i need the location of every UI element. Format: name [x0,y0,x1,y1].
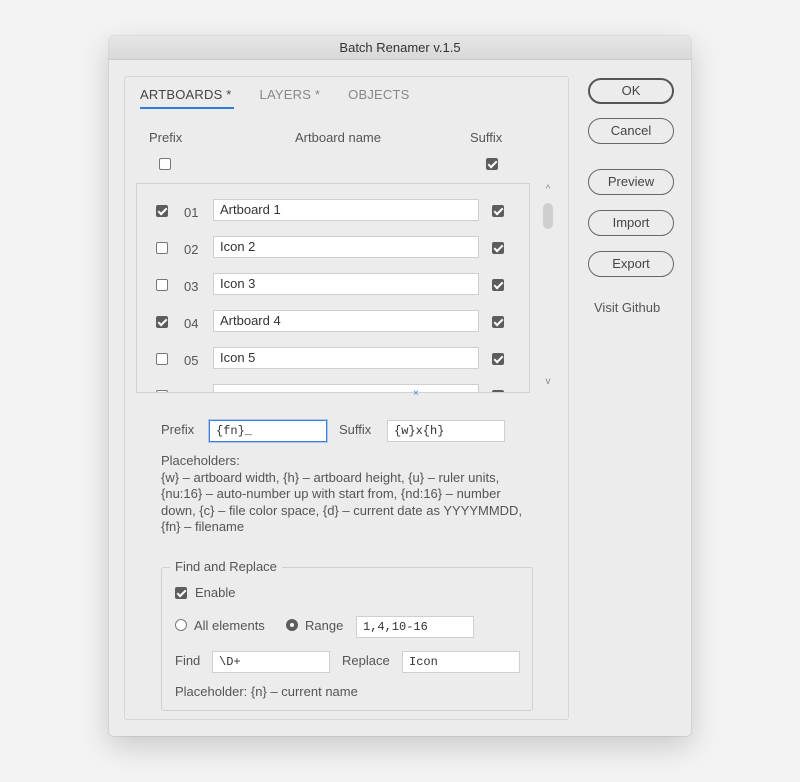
row-suffix-checkbox[interactable] [492,242,504,254]
row-number: 01 [184,205,199,220]
row-prefix-checkbox[interactable] [156,316,168,328]
list-scrollbar[interactable]: ^ v [540,183,556,393]
suffix-column-header: Suffix [470,130,503,145]
placeholders-help: Placeholders: {w} – artboard width, {h} … [161,453,531,536]
row-prefix-checkbox[interactable] [156,390,168,392]
prefix-select-all-checkbox[interactable] [159,158,171,170]
prefix-label: Prefix [161,422,195,437]
list-item: 05 Icon 5 [137,341,529,378]
artboard-list: 01 Artboard 1 02 Icon 2 03 Icon 3 04 Art… [136,183,530,393]
range-label: Range [305,618,344,633]
cancel-button[interactable]: Cancel [588,118,674,144]
import-button[interactable]: Import [588,210,674,236]
enable-label: Enable [195,585,236,600]
row-prefix-checkbox[interactable] [156,353,168,365]
suffix-select-all-checkbox[interactable] [486,158,498,170]
prefix-input[interactable]: {fn}_ [209,420,327,442]
all-elements-label: All elements [194,618,265,633]
export-button[interactable]: Export [588,251,674,277]
find-replace-hint: Placeholder: {n} – current name [175,684,358,699]
tab-layers[interactable]: LAYERS * [260,87,321,105]
artboard-name-input[interactable]: Icon 3 [213,273,479,295]
artboard-name-input[interactable]: Artboard 4 [213,310,479,332]
row-suffix-checkbox[interactable] [492,353,504,365]
preview-button[interactable]: Preview [588,169,674,195]
range-radio[interactable] [286,619,298,631]
row-number: 05 [184,353,199,368]
artboard-name-input[interactable]: Artboard 1 [213,199,479,221]
replace-input[interactable]: Icon [402,651,520,673]
row-suffix-checkbox[interactable] [492,316,504,328]
find-label: Find [175,653,201,668]
enable-checkbox[interactable] [175,587,187,599]
suffix-input[interactable]: {w}x{h} [387,420,505,442]
row-number: 03 [184,279,199,294]
list-item: 02 Icon 2 [137,230,529,267]
scroll-up-icon[interactable]: ^ [543,185,553,195]
placeholders-text: {w} – artboard width, {h} – artboard hei… [161,469,523,535]
list-item: 03 Icon 3 [137,267,529,304]
list-item: 04 Artboard 4 [137,304,529,341]
artboard-name-input[interactable] [213,384,479,392]
find-replace-legend: Find and Replace [170,559,282,574]
row-prefix-checkbox[interactable] [156,205,168,217]
range-input[interactable]: 1,4,10-16 [356,616,474,638]
main-panel: ARTBOARDS * LAYERS * OBJECTS Prefix Artb… [124,76,569,720]
replace-label: Replace [342,653,390,668]
name-column-header: Artboard name [295,130,381,145]
scroll-thumb[interactable] [543,203,553,229]
all-elements-radio[interactable] [175,619,187,631]
suffix-label: Suffix [339,422,372,437]
row-prefix-checkbox[interactable] [156,279,168,291]
tab-objects[interactable]: OBJECTS [348,87,409,105]
tab-bar: ARTBOARDS * LAYERS * OBJECTS [140,87,410,109]
row-prefix-checkbox[interactable] [156,242,168,254]
find-replace-group: Find and Replace Enable All elements Ran… [161,559,533,711]
row-suffix-checkbox[interactable] [492,205,504,217]
row-number: 04 [184,316,199,331]
prefix-column-header: Prefix [149,130,183,145]
ok-button[interactable]: OK [588,78,674,104]
list-item-partial [137,378,529,392]
placeholders-title: Placeholders: [161,453,240,468]
visit-github-link[interactable]: Visit Github [594,300,660,315]
row-number: 02 [184,242,199,257]
find-input[interactable]: \D+ [212,651,330,673]
list-item: 01 Artboard 1 [137,193,529,230]
batch-renamer-dialog: Batch Renamer v.1.5 ARTBOARDS * LAYERS *… [109,36,691,736]
tab-artboards[interactable]: ARTBOARDS * [140,87,234,109]
resize-handle-icon[interactable]: × [413,388,419,399]
row-suffix-checkbox[interactable] [492,279,504,291]
artboard-name-input[interactable]: Icon 2 [213,236,479,258]
row-suffix-checkbox[interactable] [492,390,504,392]
scroll-down-icon[interactable]: v [543,377,553,387]
artboard-name-input[interactable]: Icon 5 [213,347,479,369]
window-title: Batch Renamer v.1.5 [109,36,691,60]
